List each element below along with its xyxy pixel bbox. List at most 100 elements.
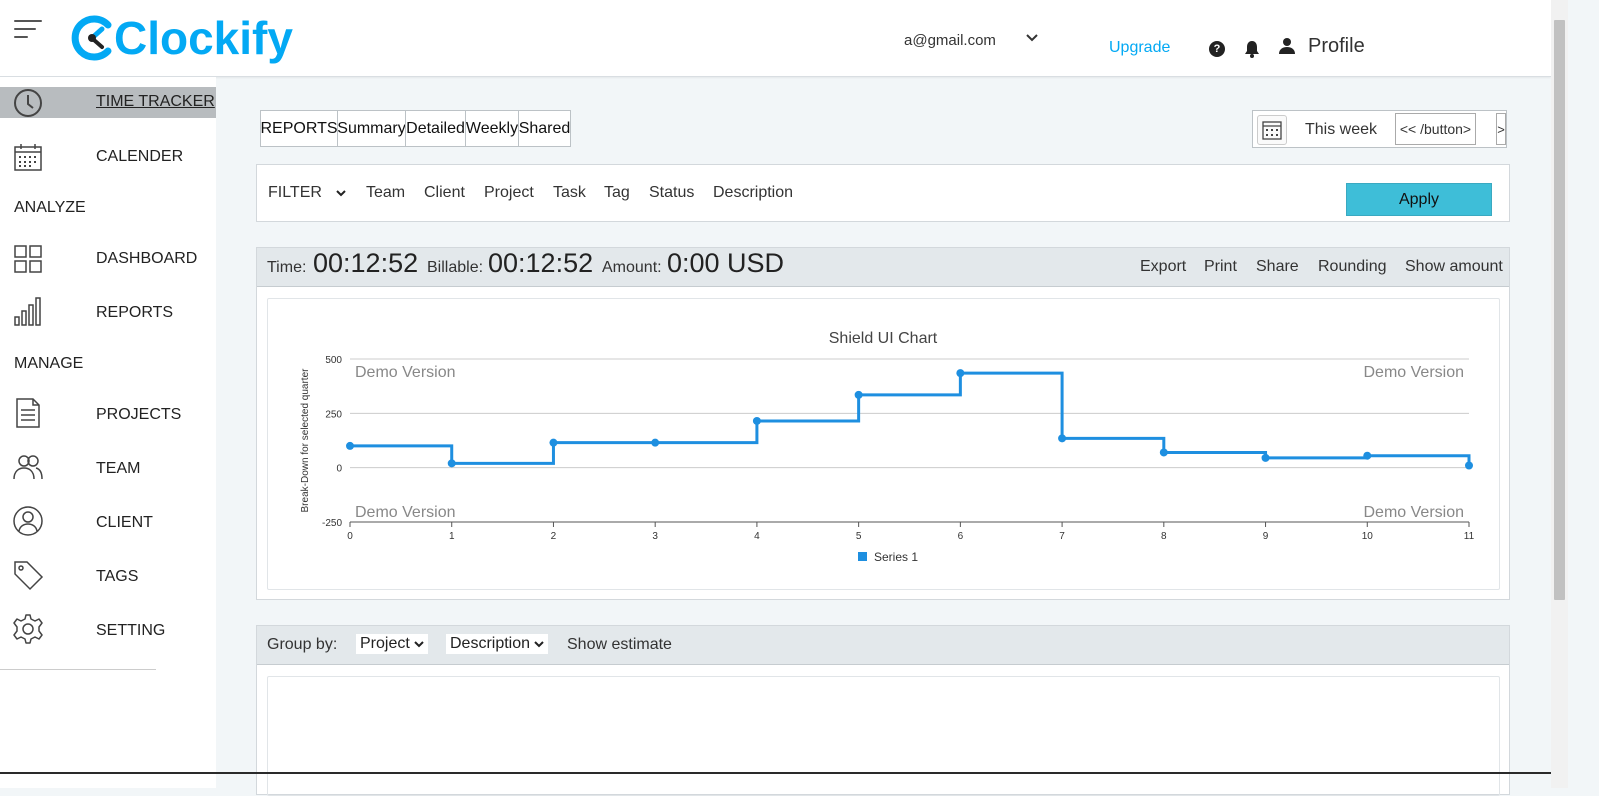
chevron-down-icon (414, 641, 424, 648)
group-by-header: Group by: Project Description Show estim… (257, 626, 1509, 665)
sidebar-item-time-tracker[interactable]: TIME TRACKER (0, 87, 216, 118)
section-manage: MANAGE (14, 355, 84, 372)
x-tick-label: 2 (551, 531, 557, 542)
x-tick-label: 1 (449, 531, 455, 542)
legend-label: Series 1 (874, 550, 918, 564)
calendar-icon (1262, 121, 1282, 140)
x-tick-label: 5 (856, 531, 862, 542)
tab-detailed[interactable]: Detailed (405, 110, 466, 147)
clockify-logo[interactable]: Clockify (70, 10, 293, 66)
summary-chart: Shield UI Chart -250 0 250 500 0 1 2 3 4 5 6 7 8 9 10 11… (300, 330, 1475, 564)
profile-link[interactable]: Profile (1308, 35, 1365, 58)
filter-status[interactable]: Status (649, 184, 694, 202)
filter-tag[interactable]: Tag (604, 184, 630, 202)
calendar-picker-button[interactable] (1257, 115, 1287, 145)
data-point (1261, 453, 1270, 462)
data-point (1465, 461, 1473, 470)
scrollbar-thumb[interactable] (1554, 20, 1565, 600)
apply-button[interactable]: Apply (1346, 183, 1492, 216)
amount-value: 0:00 USD (667, 248, 785, 278)
filter-dropdown[interactable]: FILTER (268, 184, 322, 202)
sidebar: TIME TRACKER CALENDER ANALYZE DASHBOARD (0, 77, 216, 788)
filter-task[interactable]: Task (553, 184, 586, 202)
watermark-top-left: Demo Version (355, 364, 456, 381)
x-tick-label: 7 (1059, 531, 1065, 542)
group-secondary-select[interactable]: Description (446, 634, 549, 654)
tab-weekly[interactable]: Weekly (465, 110, 519, 147)
gear-icon (13, 614, 43, 644)
filter-client[interactable]: Client (424, 184, 465, 202)
user-icon (1279, 38, 1295, 54)
data-point (346, 441, 354, 450)
tab-shared[interactable]: Shared (518, 110, 571, 147)
sidebar-item-client[interactable]: CLIENT (0, 505, 216, 541)
sidebar-item-label: TAGS (96, 568, 139, 585)
y-tick-label: -250 (322, 518, 342, 529)
chart-title: Shield UI Chart (829, 330, 938, 347)
show-amount-button[interactable]: Show amount (1405, 258, 1503, 276)
show-estimate-toggle[interactable]: Show estimate (567, 636, 672, 654)
user-circle-icon (13, 506, 43, 536)
bell-icon[interactable] (1244, 40, 1260, 58)
watermark-bottom-right: Demo Version (1364, 504, 1465, 521)
data-point (854, 390, 863, 399)
export-button[interactable]: Export (1140, 258, 1186, 276)
sidebar-item-setting[interactable]: SETTING (0, 613, 216, 649)
sidebar-item-reports[interactable]: REPORTS (0, 295, 216, 331)
help-icon[interactable]: ? (1209, 41, 1225, 57)
brand-name: Clockify (114, 12, 293, 64)
tag-icon (14, 561, 44, 591)
time-value: 00:12:52 (313, 248, 419, 278)
data-point (1058, 434, 1067, 443)
rounding-button[interactable]: Rounding (1318, 258, 1387, 276)
sidebar-divider (0, 669, 156, 670)
x-tick-label: 3 (652, 531, 658, 542)
upgrade-link[interactable]: Upgrade (1109, 39, 1170, 57)
date-range-picker: This week << /button> > (1252, 110, 1507, 148)
y-tick-label: 0 (336, 464, 342, 475)
data-point (1159, 448, 1168, 457)
filter-bar: FILTER Team Client Project Task Tag Stat… (256, 164, 1510, 222)
data-point (1363, 451, 1372, 460)
date-range-label[interactable]: This week (1305, 121, 1377, 139)
sidebar-item-label: DASHBOARD (96, 250, 198, 267)
data-point (549, 438, 558, 447)
share-button[interactable]: Share (1256, 258, 1299, 276)
group-primary-value: Project (360, 635, 410, 652)
tab-reports[interactable]: REPORTS (260, 110, 338, 147)
logo-mark-icon (71, 15, 112, 61)
group-by-label: Group by: (267, 636, 338, 653)
calendar-icon (14, 144, 42, 171)
filter-project[interactable]: Project (484, 184, 534, 202)
chevron-down-icon[interactable] (335, 187, 347, 199)
chevron-down-icon (534, 641, 544, 648)
sidebar-item-team[interactable]: TEAM (0, 451, 216, 487)
sidebar-item-tags[interactable]: TAGS (0, 559, 216, 595)
time-label: Time: (267, 259, 307, 276)
summary-panel: Time: 00:12:52 Billable: 00:12:52 Amount… (256, 247, 1510, 600)
x-tick-label: 4 (754, 531, 760, 542)
next-week-button[interactable]: > (1496, 113, 1506, 145)
tab-summary[interactable]: Summary (337, 110, 406, 147)
filter-description[interactable]: Description (713, 184, 793, 202)
group-results-area (267, 676, 1500, 796)
sidebar-item-dashboard[interactable]: DASHBOARD (0, 241, 216, 277)
y-axis-label: Break-Down for selected quarter (300, 368, 311, 513)
sidebar-item-label: PROJECTS (96, 406, 182, 423)
chart-container: Shield UI Chart -250 0 250 500 0 1 2 3 4 5 6 7 8 9 10 11… (267, 298, 1500, 590)
legend-swatch (858, 552, 867, 561)
hamburger-menu-icon[interactable] (14, 18, 42, 42)
data-point (651, 438, 660, 447)
sidebar-item-projects[interactable]: PROJECTS (0, 397, 216, 433)
sidebar-item-label: REPORTS (96, 304, 174, 321)
data-point (752, 416, 761, 425)
y-tick-label: 500 (325, 355, 342, 366)
chevron-down-icon[interactable] (1024, 30, 1040, 46)
sidebar-item-calender[interactable]: CALENDER (0, 139, 216, 175)
print-button[interactable]: Print (1204, 258, 1237, 276)
group-primary-select[interactable]: Project (356, 634, 428, 654)
account-email[interactable]: a@gmail.com (904, 32, 996, 49)
previous-week-button[interactable]: << /button> (1395, 113, 1476, 145)
filter-team[interactable]: Team (366, 184, 405, 202)
x-tick-label: 6 (958, 531, 964, 542)
